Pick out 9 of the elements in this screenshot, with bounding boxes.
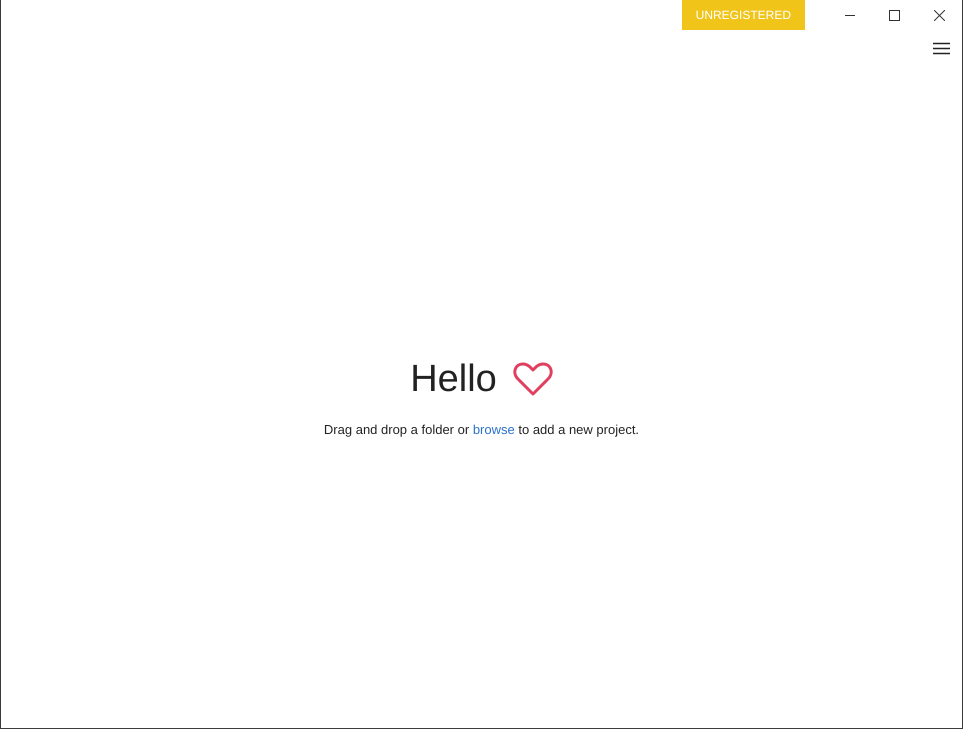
heart-icon bbox=[512, 361, 553, 397]
menu-icon bbox=[933, 42, 950, 55]
close-icon bbox=[934, 10, 945, 20]
hello-title: Hello bbox=[410, 360, 497, 398]
menu-button[interactable] bbox=[933, 42, 950, 55]
instructions-text: Drag and drop a folder or browse to add a new project. bbox=[324, 421, 640, 439]
minimize-icon bbox=[844, 14, 854, 16]
browse-link[interactable]: browse bbox=[472, 422, 515, 437]
maximize-icon bbox=[889, 10, 900, 20]
